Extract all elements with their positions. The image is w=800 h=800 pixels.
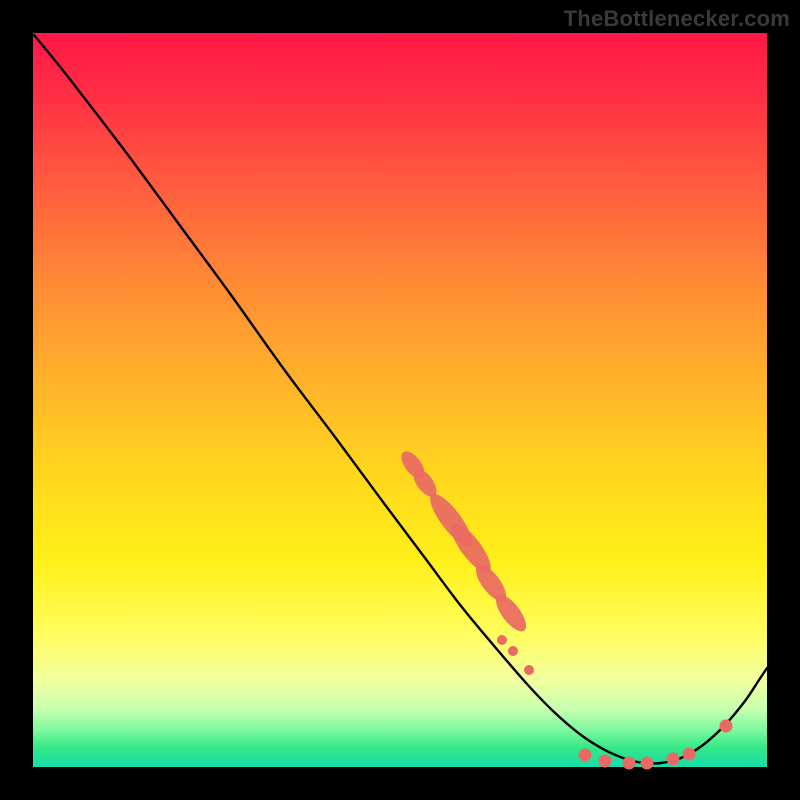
- attribution-label: TheBottlenecker.com: [564, 6, 790, 32]
- marker-dot: [599, 755, 612, 768]
- marker-dot: [683, 748, 696, 761]
- marker-smalldot: [508, 646, 518, 656]
- marker-cluster-group: [397, 447, 531, 636]
- marker-smalldot: [497, 635, 507, 645]
- marker-cluster: [491, 590, 532, 636]
- marker-dot: [623, 757, 636, 770]
- plot-area: [33, 33, 767, 767]
- marker-dot: [579, 749, 592, 762]
- chart-frame: TheBottlenecker.com: [0, 0, 800, 800]
- marker-dot: [641, 757, 654, 770]
- marker-smalldot: [524, 665, 534, 675]
- marker-points-group: [579, 720, 733, 770]
- chart-svg: [33, 33, 767, 767]
- marker-dot: [720, 720, 733, 733]
- marker-dot: [667, 753, 680, 766]
- bottleneck-curve: [34, 35, 767, 763]
